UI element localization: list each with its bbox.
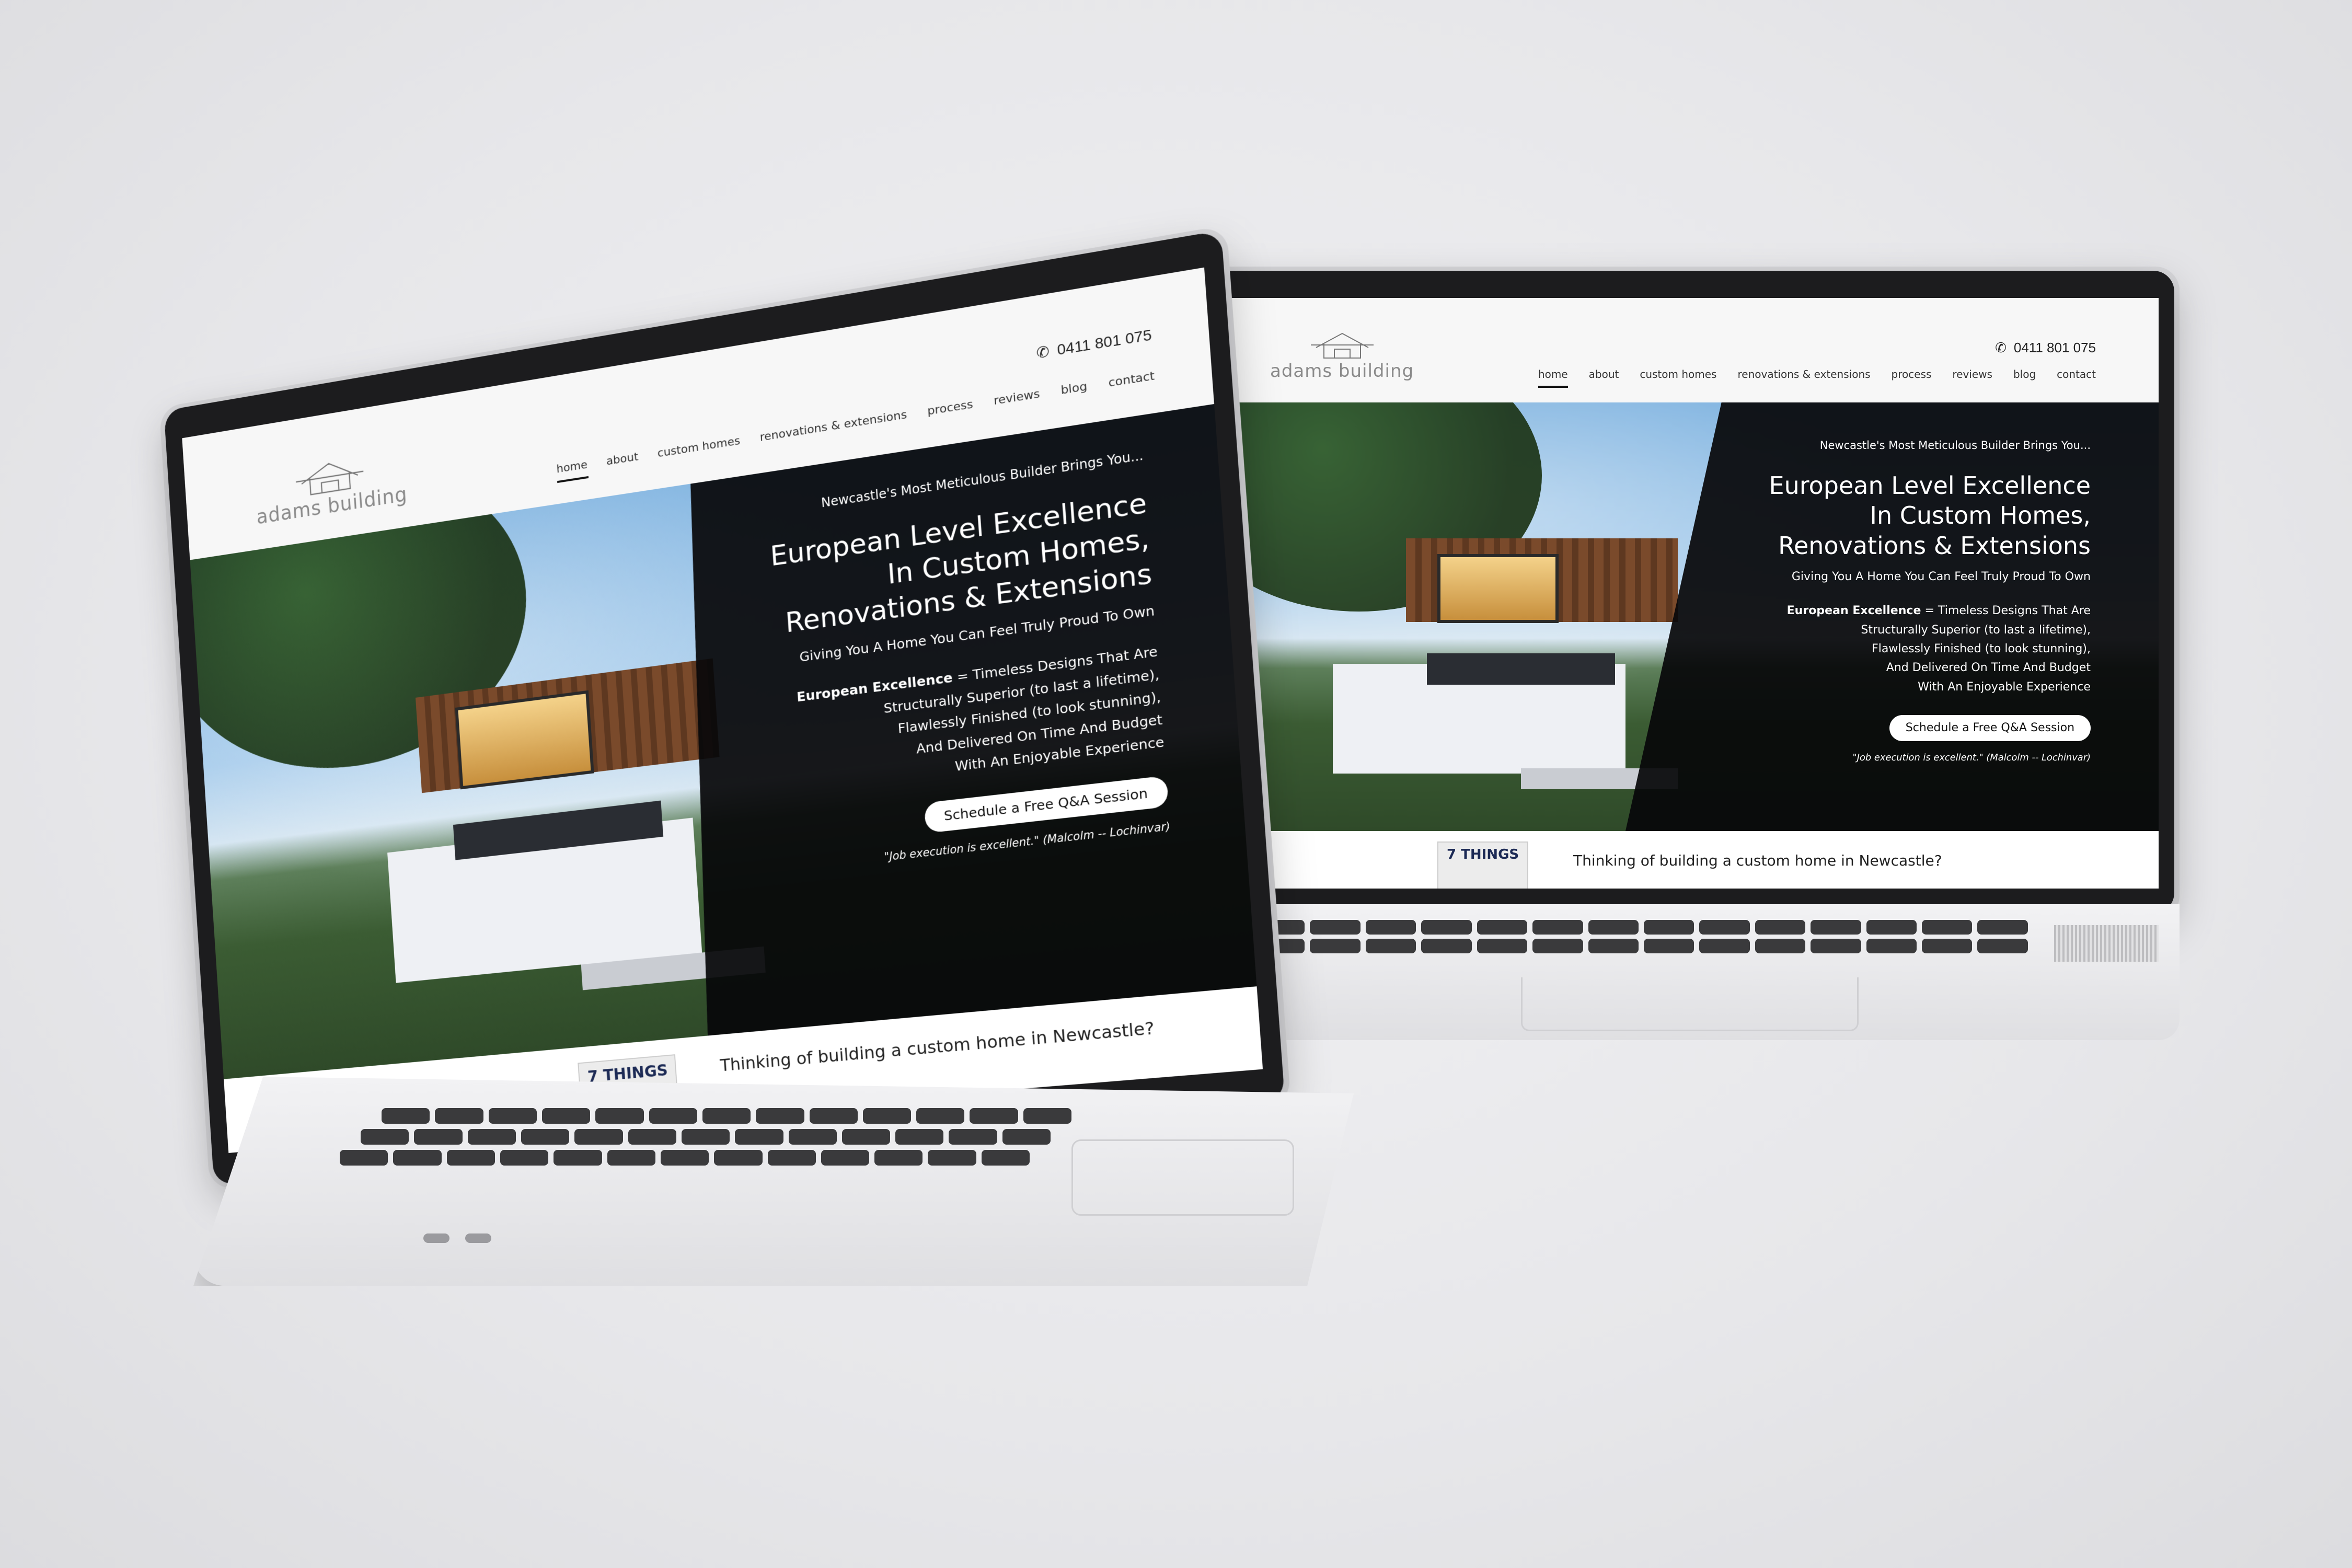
nav-custom-homes[interactable]: custom homes (1640, 368, 1716, 381)
hero-body: European Excellence = Timeless Designs T… (1769, 602, 2091, 697)
nav-blog[interactable]: blog (1060, 380, 1088, 398)
nav-about[interactable]: about (606, 450, 639, 468)
schedule-qa-button[interactable]: Schedule a Free Q&A Session (1889, 715, 2091, 741)
nav-contact[interactable]: contact (2057, 368, 2096, 381)
hero-title-line: European Level Excellence (1769, 471, 2091, 500)
hero-body-text: With An Enjoyable Experience (1918, 680, 2091, 694)
nav-renovations[interactable]: renovations & extensions (759, 408, 907, 444)
teaser-heading: Thinking of building a custom home in Ne… (1573, 852, 1942, 869)
phone-number: 0411 801 075 (1056, 326, 1152, 358)
nav-home[interactable]: home (556, 458, 588, 476)
nav-reviews[interactable]: reviews (1952, 368, 1992, 381)
hero-body-text: Flawlessly Finished (to look stunning), (1872, 642, 2091, 655)
book-title: 7 THINGS (1447, 847, 1519, 862)
hero-kicker: Newcastle's Most Meticulous Builder Brin… (1819, 439, 2091, 452)
hero-text: Newcastle's Most Meticulous Builder Brin… (1769, 439, 2091, 763)
keyboard-row (382, 1108, 1072, 1124)
speaker-grille (2054, 925, 2159, 962)
hero-body-text: = Timeless Designs That Are (1921, 604, 2091, 618)
nav-contact[interactable]: contact (1108, 369, 1155, 390)
hero-title-line: In Custom Homes, (1870, 501, 2091, 530)
testimonial-quote: "Job execution is excellent." (Malcolm -… (1852, 752, 2091, 763)
hero-title: European Level Excellence In Custom Home… (1769, 471, 2091, 561)
book-cover[interactable]: 7 THINGS (1437, 841, 1528, 889)
usb-c-port (465, 1233, 491, 1243)
hero-title-line: Renovations & Extensions (1778, 531, 2091, 560)
hero-subtitle: Giving You A Home You Can Feel Truly Pro… (1791, 570, 2091, 583)
trackpad[interactable] (1521, 977, 1859, 1031)
nav-blog[interactable]: blog (2013, 368, 2036, 381)
usb-c-port (423, 1233, 449, 1243)
phone[interactable]: ✆ 0411 801 075 (1036, 326, 1152, 362)
nav-custom-homes[interactable]: custom homes (657, 434, 741, 460)
nav-home[interactable]: home (1538, 368, 1568, 388)
hero-body-text: And Delivered On Time And Budget (1886, 661, 2091, 675)
house-window (1437, 554, 1559, 623)
laptop-left: adams building ✆ 0411 801 075 home about… (159, 225, 1375, 1307)
keyboard-row (340, 1150, 1030, 1166)
keyboard-row (361, 1129, 1051, 1145)
phone[interactable]: ✆ 0411 801 075 (1995, 340, 2096, 356)
house-strip (1427, 653, 1615, 685)
main-nav: home about custom homes renovations & ex… (1538, 368, 2096, 388)
phone-number: 0411 801 075 (2013, 340, 2096, 355)
nav-renovations[interactable]: renovations & extensions (1737, 368, 1870, 381)
logo[interactable]: adams building (253, 446, 408, 529)
hero-body-bold: European Excellence (1786, 604, 1921, 618)
phone-icon: ✆ (1035, 342, 1050, 362)
hero-body-text: Structurally Superior (to last a lifetim… (1861, 623, 2091, 637)
nav-about[interactable]: about (1589, 368, 1619, 381)
trackpad[interactable] (1071, 1139, 1294, 1216)
laptop-left-deck (193, 1077, 1354, 1286)
hero-text: Newcastle's Most Meticulous Builder Brin… (767, 448, 1171, 874)
nav-process[interactable]: process (927, 398, 973, 418)
nav-process[interactable]: process (1892, 368, 1932, 381)
phone-icon: ✆ (1995, 340, 2007, 355)
house-window (455, 690, 594, 790)
nav-reviews[interactable]: reviews (993, 387, 1040, 408)
